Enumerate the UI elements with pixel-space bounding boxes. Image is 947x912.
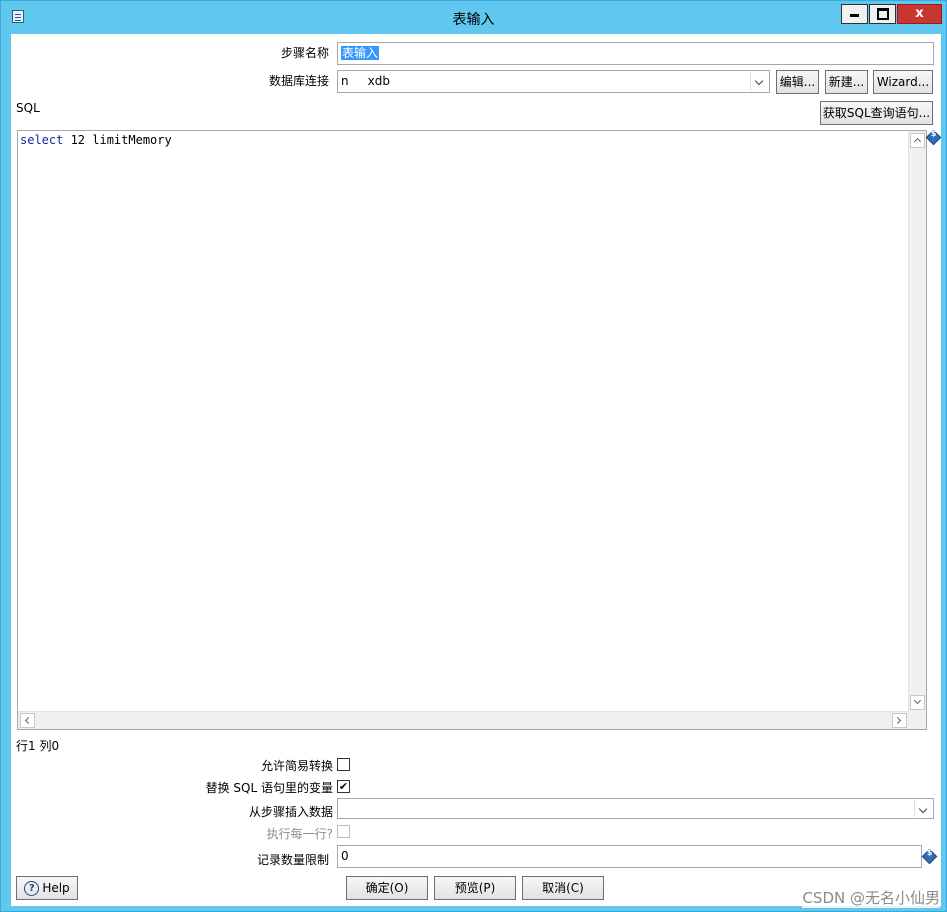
step-name-input[interactable]: 表输入 [337,42,934,65]
lazy-conversion-checkbox[interactable] [337,758,350,771]
replace-variables-checkbox[interactable]: ✔ [337,780,350,793]
db-connection-select[interactable]: n xdb [337,70,770,93]
window-title: 表输入 [452,12,495,28]
sql-code[interactable]: select 12 limitMemory [20,133,172,147]
help-button-label: Help [42,881,70,895]
edit-connection-button[interactable]: 编辑... [776,70,819,94]
close-icon: x [915,6,924,21]
minimize-icon [850,14,859,17]
sql-text: 12 limitMemory [63,133,172,147]
help-button[interactable]: ? Help [16,876,78,900]
variable-dollar-icon: $ [925,129,942,146]
row-limit-label: 记录数量限制 [256,853,329,867]
step-name-value: 表输入 [341,46,380,60]
chevron-down-icon[interactable] [914,800,932,817]
new-connection-button[interactable]: 新建... [825,70,868,94]
dialog-window: 表输入 x 步骤名称 表输入 数据库连接 n xdb 编辑... 新建... W… [0,0,947,912]
horizontal-scrollbar[interactable] [18,711,909,729]
scroll-up-icon[interactable] [910,133,925,148]
minimize-button[interactable] [841,4,868,24]
chevron-down-icon[interactable] [750,72,768,91]
row-limit-value: 0 [341,849,349,863]
get-sql-button[interactable]: 获取SQL查询语句... [820,101,933,125]
execute-each-row-checkbox[interactable] [337,825,350,838]
sql-keyword: select [20,133,64,147]
scrollbar-corner [909,712,926,729]
scroll-left-icon[interactable] [20,713,35,728]
dialog-body: 步骤名称 表输入 数据库连接 n xdb 编辑... 新建... Wizard.… [11,34,942,906]
scroll-down-icon[interactable] [910,695,925,710]
row-limit-input[interactable]: 0 [337,845,922,868]
sql-editor[interactable]: select 12 limitMemory [17,130,927,730]
cancel-button[interactable]: 取消(C) [522,876,604,900]
maximize-button[interactable] [869,4,896,24]
check-icon: ✔ [338,780,349,793]
sql-label: SQL [16,101,40,115]
lazy-conversion-label: 允许简易转换 [260,759,333,773]
execute-each-row-label: 执行每一行? [266,827,333,841]
insert-from-step-label: 从步骤插入数据 [248,805,333,819]
cursor-position: 行1 列0 [16,739,60,753]
maximize-icon [876,7,889,20]
preview-button[interactable]: 预览(P) [434,876,516,900]
help-circle-icon: ? [24,881,40,896]
db-connection-value: n xdb [341,74,391,88]
variable-dollar-icon: $ [921,848,938,865]
db-connection-label: 数据库连接 [268,74,329,88]
vertical-scrollbar[interactable] [908,131,926,712]
close-button[interactable]: x [897,4,942,24]
insert-from-step-select[interactable] [337,798,934,819]
ok-button[interactable]: 确定(O) [346,876,428,900]
title-bar[interactable]: 表输入 x [1,1,946,34]
step-name-label: 步骤名称 [280,46,329,60]
watermark: CSDN @无名小仙男 [802,887,940,908]
wizard-button[interactable]: Wizard... [873,70,933,94]
scroll-right-icon[interactable] [892,713,907,728]
replace-variables-label: 替换 SQL 语句里的变量 [205,781,333,795]
